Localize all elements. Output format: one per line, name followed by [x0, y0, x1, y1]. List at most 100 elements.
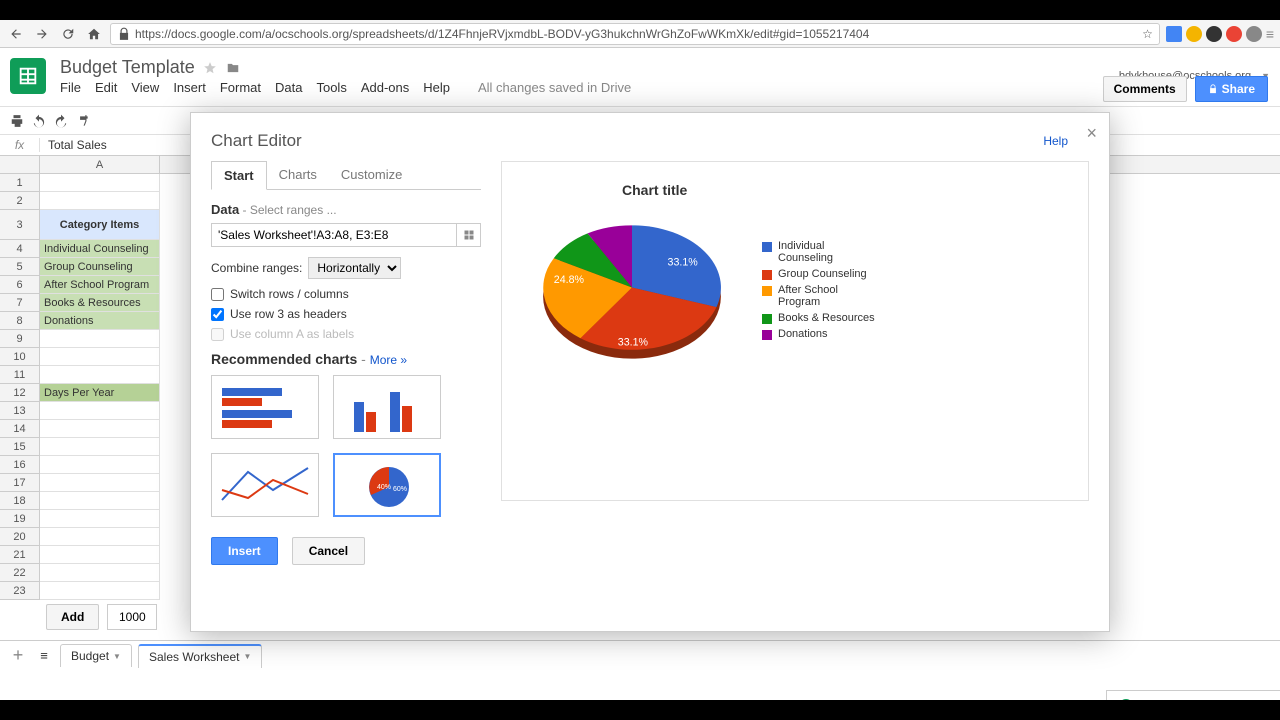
tab-customize[interactable]: Customize [329, 161, 414, 189]
headers-checkbox[interactable] [211, 308, 224, 321]
row-header[interactable]: 9 [0, 330, 40, 348]
cell[interactable] [40, 492, 160, 510]
col-header-a[interactable]: A [40, 156, 160, 173]
ext-icon-3[interactable] [1206, 26, 1222, 42]
tab-charts[interactable]: Charts [267, 161, 329, 189]
formula-value[interactable]: Total Sales [40, 138, 107, 152]
sheet-tab-sales[interactable]: Sales Worksheet▼ [138, 644, 262, 668]
menu-format[interactable]: Format [220, 80, 261, 95]
range-input[interactable] [211, 223, 457, 247]
home-button[interactable] [84, 24, 104, 44]
doc-title[interactable]: Budget Template [60, 57, 195, 78]
add-sheet-button[interactable]: + [8, 645, 28, 666]
row-header[interactable]: 8 [0, 312, 40, 330]
row-header[interactable]: 3 [0, 210, 40, 240]
cell[interactable]: Donations [40, 312, 160, 330]
sheet-tab-budget[interactable]: Budget▼ [60, 644, 132, 667]
cell[interactable]: Individual Counseling [40, 240, 160, 258]
cell[interactable]: Category Items [40, 210, 160, 240]
cell[interactable] [40, 366, 160, 384]
row-header[interactable]: 4 [0, 240, 40, 258]
cell[interactable] [40, 528, 160, 546]
cell[interactable]: After School Program [40, 276, 160, 294]
switch-checkbox[interactable] [211, 288, 224, 301]
cell[interactable] [40, 510, 160, 528]
row-header[interactable]: 23 [0, 582, 40, 600]
row-count-input[interactable] [107, 604, 157, 630]
reload-button[interactable] [58, 24, 78, 44]
cell[interactable] [40, 330, 160, 348]
menu-file[interactable]: File [60, 80, 81, 95]
cell[interactable] [40, 474, 160, 492]
cell[interactable] [40, 456, 160, 474]
ext-icon-4[interactable] [1226, 26, 1242, 42]
row-header[interactable]: 1 [0, 174, 40, 192]
cell[interactable]: Group Counseling [40, 258, 160, 276]
row-header[interactable]: 22 [0, 564, 40, 582]
cell[interactable] [40, 192, 160, 210]
undo-icon[interactable] [32, 114, 46, 128]
row-header[interactable]: 19 [0, 510, 40, 528]
row-header[interactable]: 2 [0, 192, 40, 210]
rec-chart-bar-h[interactable] [211, 375, 319, 439]
row-header[interactable]: 7 [0, 294, 40, 312]
row-header[interactable]: 12 [0, 384, 40, 402]
more-link[interactable]: More » [370, 353, 407, 367]
browser-menu-icon[interactable]: ≡ [1266, 26, 1274, 42]
row-header[interactable]: 20 [0, 528, 40, 546]
star-icon[interactable] [203, 61, 217, 75]
rec-chart-bar-v[interactable] [333, 375, 441, 439]
cell[interactable] [40, 348, 160, 366]
menu-data[interactable]: Data [275, 80, 302, 95]
cell[interactable] [40, 546, 160, 564]
cell[interactable] [40, 438, 160, 456]
forward-button[interactable] [32, 24, 52, 44]
row-header[interactable]: 21 [0, 546, 40, 564]
menu-edit[interactable]: Edit [95, 80, 117, 95]
row-header[interactable]: 18 [0, 492, 40, 510]
url-bar[interactable]: https://docs.google.com/a/ocschools.org/… [110, 23, 1160, 45]
paint-icon[interactable] [76, 114, 90, 128]
row-header[interactable]: 14 [0, 420, 40, 438]
cell[interactable] [40, 420, 160, 438]
back-button[interactable] [6, 24, 26, 44]
cancel-button[interactable]: Cancel [292, 537, 365, 565]
row-header[interactable]: 16 [0, 456, 40, 474]
combine-select[interactable]: Horizontally [308, 257, 401, 279]
ext-icon-5[interactable] [1246, 26, 1262, 42]
comments-button[interactable]: Comments [1103, 76, 1187, 102]
row-header[interactable]: 17 [0, 474, 40, 492]
all-sheets-button[interactable]: ≡ [34, 648, 54, 663]
menu-help[interactable]: Help [423, 80, 450, 95]
ext-icon-1[interactable] [1166, 26, 1182, 42]
ext-icon-2[interactable] [1186, 26, 1202, 42]
menu-tools[interactable]: Tools [316, 80, 346, 95]
redo-icon[interactable] [54, 114, 68, 128]
cell[interactable] [40, 582, 160, 600]
select-all-cell[interactable] [0, 156, 40, 173]
cell[interactable] [40, 402, 160, 420]
cell[interactable]: Days Per Year [40, 384, 160, 402]
cell[interactable] [40, 564, 160, 582]
menu-addons[interactable]: Add-ons [361, 80, 409, 95]
cell[interactable]: Books & Resources [40, 294, 160, 312]
sheets-logo[interactable] [10, 58, 46, 94]
range-picker-button[interactable] [457, 223, 481, 247]
row-header[interactable]: 10 [0, 348, 40, 366]
insert-button[interactable]: Insert [211, 537, 278, 565]
rec-chart-line[interactable] [211, 453, 319, 517]
menu-view[interactable]: View [131, 80, 159, 95]
share-button[interactable]: Share [1195, 76, 1268, 102]
row-header[interactable]: 15 [0, 438, 40, 456]
row-header[interactable]: 5 [0, 258, 40, 276]
rec-chart-pie[interactable]: 40%60% [333, 453, 441, 517]
add-rows-button[interactable]: Add [46, 604, 99, 630]
folder-icon[interactable] [225, 61, 241, 75]
print-icon[interactable] [10, 114, 24, 128]
cell[interactable] [40, 174, 160, 192]
help-link[interactable]: Help [1043, 134, 1068, 148]
close-button[interactable]: × [1086, 123, 1097, 144]
row-header[interactable]: 11 [0, 366, 40, 384]
tab-start[interactable]: Start [211, 161, 267, 190]
row-header[interactable]: 6 [0, 276, 40, 294]
